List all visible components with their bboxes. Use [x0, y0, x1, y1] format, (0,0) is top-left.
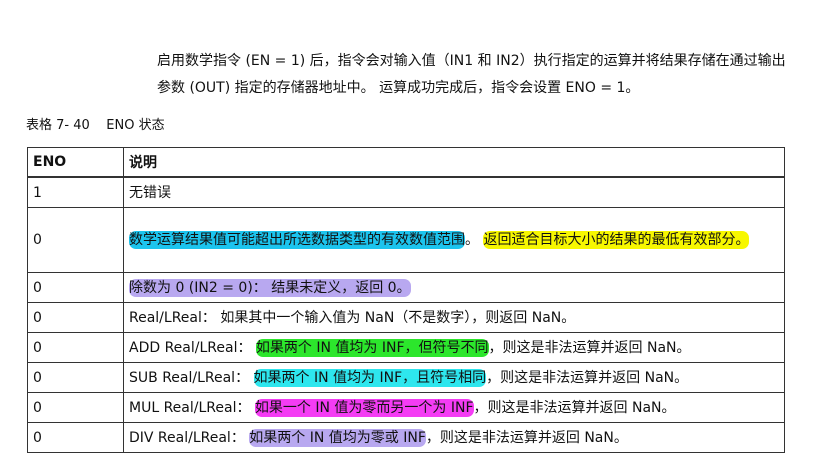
highlighted-text: 如果两个 IN 值均为 INF，但符号不同 — [255, 338, 489, 357]
description-text: ，则这是非法运算并返回 NaN。 — [486, 369, 689, 386]
description-text: 。 — [465, 232, 484, 248]
description-cell: SUB Real/LReal： 如果两个 IN 值均为 INF，且符号相同，则这… — [123, 362, 785, 393]
description-text: ，则这是非法运算并返回 NaN。 — [425, 429, 628, 446]
intro-paragraph: 启用数学指令 (EN = 1) 后，指令会对输入值（IN1 和 IN2）执行指定… — [157, 53, 786, 96]
description-cell: 无错误 — [123, 176, 785, 208]
eno-value-cell: 0 — [27, 272, 124, 303]
header-eno: ENO — [27, 147, 124, 178]
highlighted-text: 如果两个 IN 值均为 INF，且符号相同 — [253, 368, 487, 387]
highlighted-text: 如果一个 IN 值为零而另一个为 INF — [254, 398, 474, 417]
highlighted-text: 数学运算结果值可能超出所选数据类型的有效数值范围 — [129, 231, 465, 249]
table-row: 0 数学运算结果值可能超出所选数据类型的有效数值范围。 返回适合目标大小的结果的最… — [27, 207, 785, 273]
table-header-row: ENO 说明 — [27, 147, 785, 178]
description-text: 无错误 — [129, 184, 171, 201]
description-cell: 数学运算结果值可能超出所选数据类型的有效数值范围。 返回适合目标大小的结果的最低… — [123, 207, 785, 273]
eno-value-cell: 0 — [27, 362, 124, 393]
description-text: MUL Real/LReal： — [129, 399, 255, 416]
highlighted-text: 返回适合目标大小的结果的最低有效部分。 — [483, 231, 750, 249]
table-row: 0 ADD Real/LReal： 如果两个 IN 值均为 INF，但符号不同，则… — [27, 332, 785, 363]
description-text: ADD Real/LReal： — [129, 339, 256, 356]
eno-value-cell: 0 — [27, 332, 124, 363]
description-cell: 除数为 0 (IN2 = 0)： 结果未定义，返回 0。 — [123, 272, 785, 303]
highlighted-text: 如果两个 IN 值均为零或 INF — [249, 428, 426, 447]
table-row: 1 无错误 — [27, 176, 785, 208]
table-caption: 表格 7- 40 ENO 状态 — [26, 118, 165, 133]
eno-value-cell: 0 — [27, 392, 124, 423]
description-cell: DIV Real/LReal： 如果两个 IN 值均为零或 INF，则这是非法运… — [123, 422, 785, 453]
eno-value-cell: 1 — [27, 176, 124, 208]
table-row: 0 SUB Real/LReal： 如果两个 IN 值均为 INF，且符号相同，则… — [27, 362, 785, 393]
description-text: Real/LReal： 如果其中一个输入值为 NaN（不是数字），则返回 NaN… — [129, 309, 576, 326]
table-row: 0 Real/LReal： 如果其中一个输入值为 NaN（不是数字），则返回 Na… — [27, 302, 785, 333]
header-description: 说明 — [123, 147, 785, 178]
description-cell: Real/LReal： 如果其中一个输入值为 NaN（不是数字），则返回 NaN… — [123, 302, 785, 333]
eno-value-cell: 0 — [27, 302, 124, 333]
table-row: 0 MUL Real/LReal： 如果一个 IN 值为零而另一个为 INF，则这… — [27, 392, 785, 423]
description-cell: MUL Real/LReal： 如果一个 IN 值为零而另一个为 INF，则这是… — [123, 392, 785, 423]
description-text: ，则这是非法运算并返回 NaN。 — [473, 399, 676, 416]
description-cell: ADD Real/LReal： 如果两个 IN 值均为 INF，但符号不同，则这… — [123, 332, 785, 363]
highlighted-text: 除数为 0 (IN2 = 0)： 结果未定义，返回 0。 — [129, 278, 411, 297]
eno-value-cell: 0 — [27, 207, 124, 273]
table-row: 0 除数为 0 (IN2 = 0)： 结果未定义，返回 0。 — [27, 272, 785, 303]
description-text: DIV Real/LReal： — [129, 429, 250, 446]
table-row: 0 DIV Real/LReal： 如果两个 IN 值均为零或 INF，则这是非法… — [27, 422, 785, 453]
eno-value-cell: 0 — [27, 422, 124, 453]
description-text: SUB Real/LReal： — [129, 369, 254, 386]
table-body: 1 无错误 0 数学运算结果值可能超出所选数据类型的有效数值范围。 返回适合目标大小的… — [27, 176, 785, 453]
eno-status-table: ENO 说明 1 无错误 0 数学运算结果值可能超出所选数据类型的有效数值范围。 返回… — [27, 147, 785, 453]
description-text: ，则这是非法运算并返回 NaN。 — [488, 339, 691, 356]
